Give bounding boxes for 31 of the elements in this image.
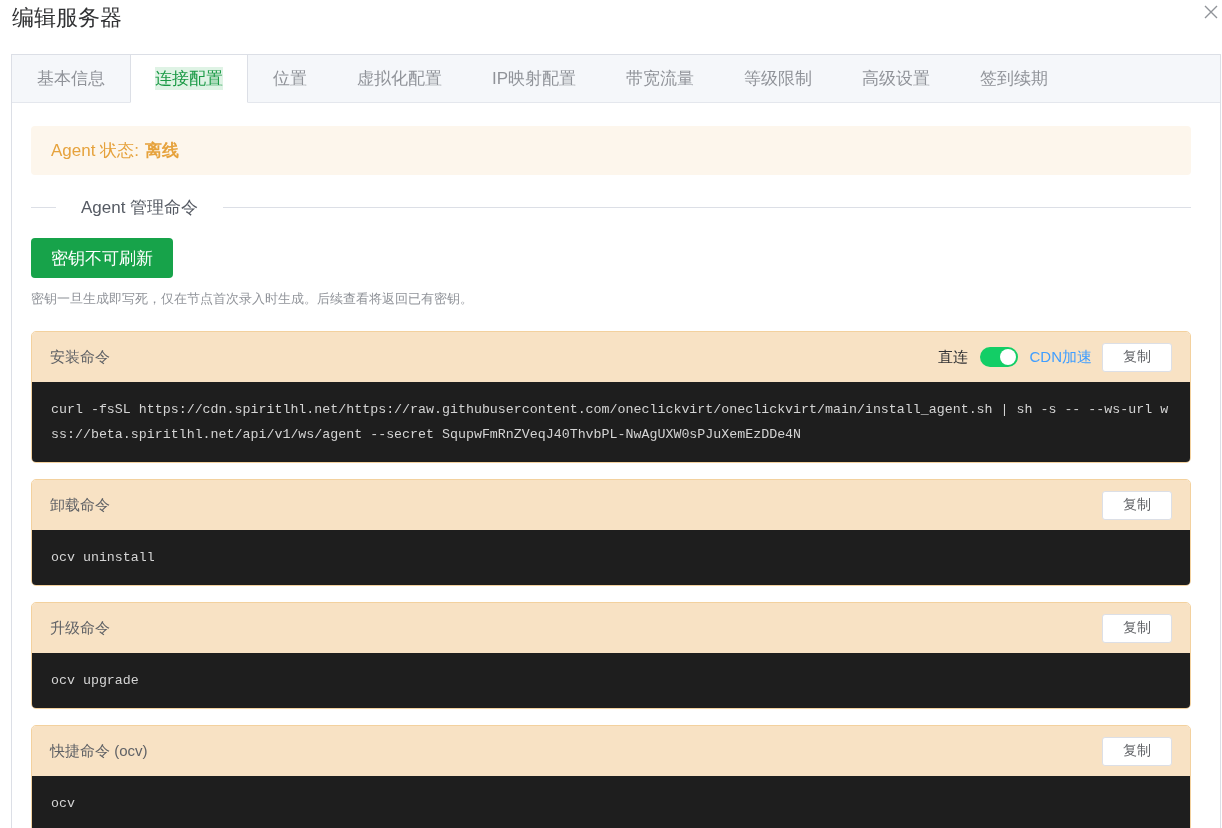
tab[interactable]: 连接配置 (130, 55, 248, 103)
tab[interactable]: 位置 (248, 55, 332, 103)
tab[interactable]: 带宽流量 (601, 55, 720, 103)
copy-button[interactable]: 复制 (1102, 736, 1172, 766)
status-value: 离线 (144, 140, 179, 162)
tab[interactable]: 签到续期 (955, 55, 1074, 103)
card-title: 安装命令 (50, 347, 110, 367)
card-title: 快捷命令 (ocv) (50, 741, 148, 761)
tab[interactable]: 高级设置 (837, 55, 956, 103)
tab[interactable]: 基本信息 (12, 55, 130, 103)
secret-button[interactable]: 密钥不可刷新 (31, 238, 173, 278)
code-block: ocv upgrade (32, 653, 1190, 708)
copy-button[interactable]: 复制 (1102, 490, 1172, 520)
section-heading: Agent 管理命令 (81, 196, 199, 219)
dialog-title: 编辑服务器 (11, 4, 122, 32)
status-label: Agent 状态: (51, 140, 139, 162)
toggle-switch[interactable] (979, 347, 1018, 367)
tab[interactable]: 虚拟化配置 (332, 55, 467, 103)
switch-label[interactable]: 直连 (937, 347, 968, 367)
code-block: ocv (32, 776, 1190, 828)
code-block: curl -fsSL https://cdn.spiritlhl.net/https://raw.githubusercontent.com/oneclickvirt/oneclickvirt/main/install_agent.sh | sh -s -- --ws-url wss://beta.spiritlhl.net/api/v1/ws/agent --secret SqupwFmRnZVeqJ40ThvbPL-NwAgUXW0sPJuXemEzDDe4N (32, 382, 1190, 462)
card-title: 卸载命令 (50, 495, 110, 515)
tab[interactable]: 等级限制 (719, 55, 838, 103)
copy-button[interactable]: 复制 (1102, 342, 1172, 372)
copy-button[interactable]: 复制 (1102, 613, 1172, 643)
card-title: 升级命令 (50, 618, 110, 638)
code-block: ocv uninstall (32, 530, 1190, 585)
tab[interactable]: IP映射配置 (467, 55, 602, 103)
hint-text: 密钥一旦生成即写死，仅在节点首次录入时生成。后续查看将返回已有密钥。 (31, 290, 474, 308)
switch-label[interactable]: CDN加速 (1029, 347, 1092, 367)
close-icon[interactable] (1204, 5, 1218, 19)
